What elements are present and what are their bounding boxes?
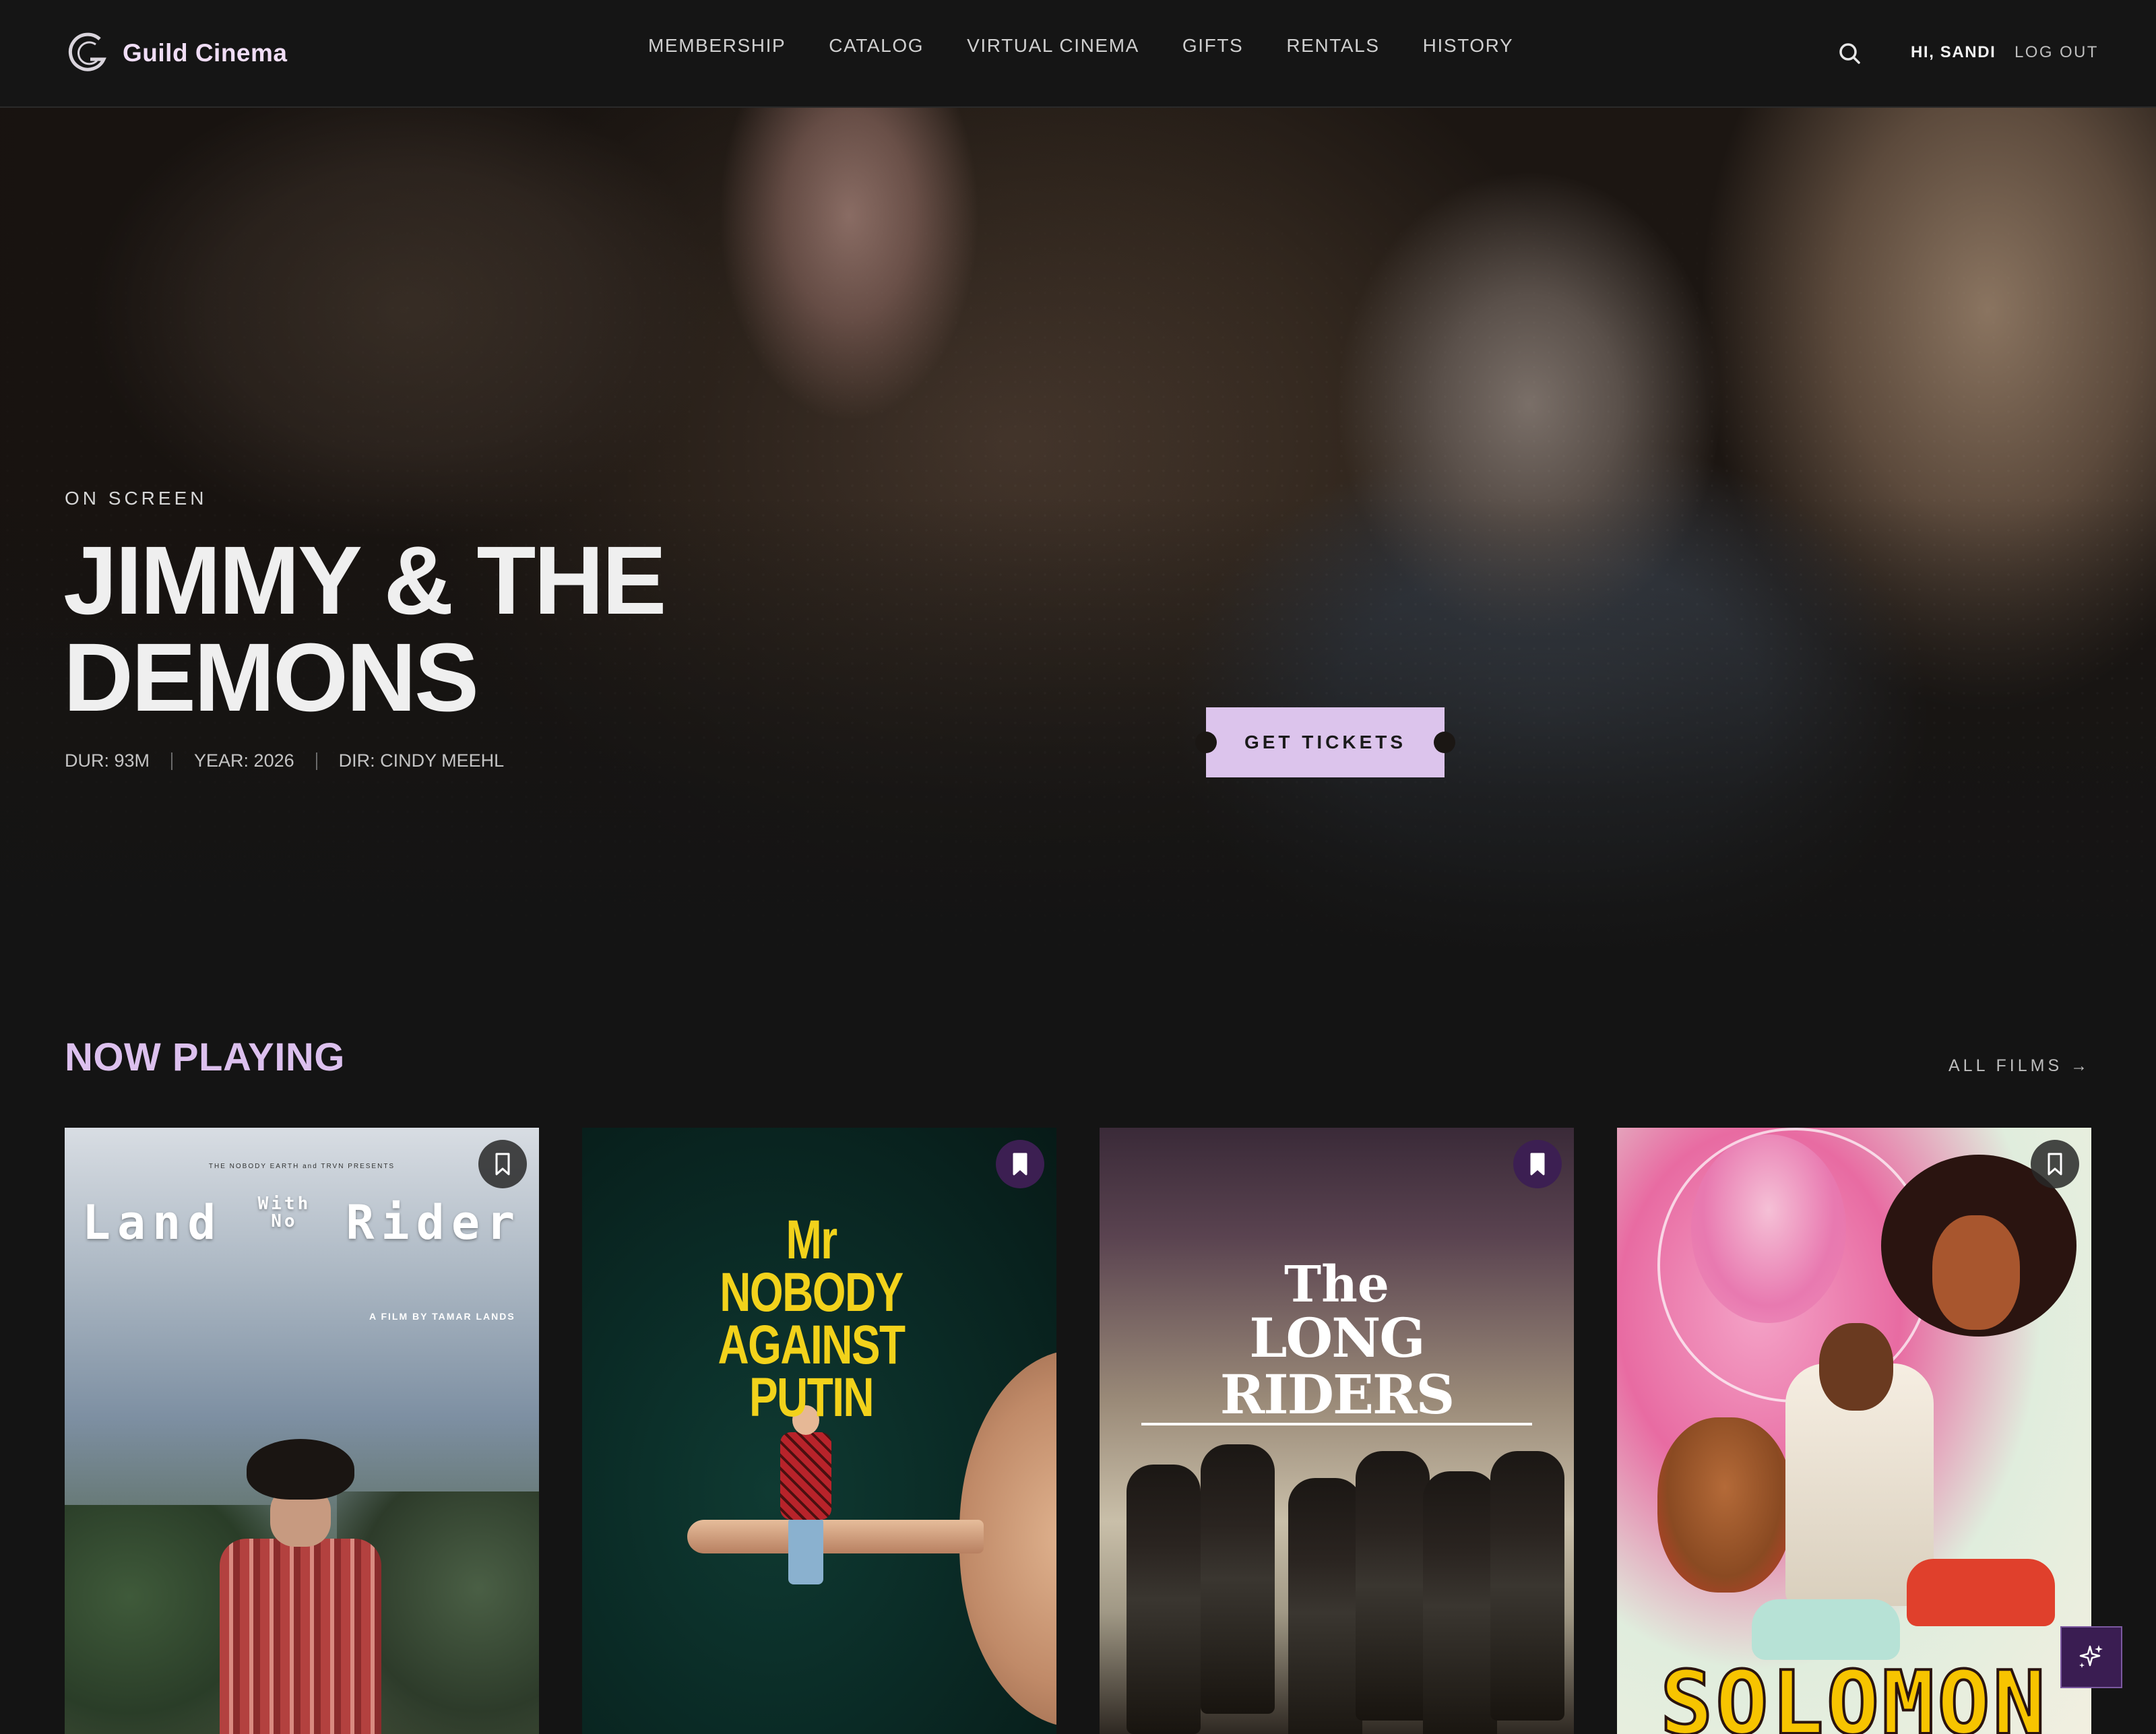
- poster-art: [780, 1432, 831, 1520]
- nav-catalog[interactable]: CATALOG: [829, 35, 924, 57]
- all-films-link[interactable]: ALL FILMS →: [1948, 1056, 2091, 1076]
- hero-title[interactable]: JIMMY & THE DEMONS: [63, 532, 804, 726]
- poster-title-line: AGAINST: [718, 1314, 906, 1376]
- search-icon: [1839, 43, 1860, 64]
- meta-divider: [171, 752, 173, 770]
- get-tickets-button[interactable]: GET TICKETS: [1195, 707, 1455, 777]
- poster-title-word: Land: [82, 1195, 223, 1250]
- poster-art: [220, 1539, 381, 1734]
- poster-credit-top: THE NOBODY EARTH and TRVN PRESENTS: [208, 1163, 395, 1170]
- poster-art: [687, 1520, 984, 1553]
- poster-art: [1201, 1444, 1275, 1714]
- film-card-solomon[interactable]: SOLOMON: [1617, 1128, 2091, 1734]
- bookmark-filled-icon: [1013, 1153, 1027, 1176]
- poster-credit: A FILM BY TAMAR LANDS: [369, 1311, 515, 1322]
- poster-title: SOLOMON: [1659, 1650, 2048, 1734]
- poster-title: Mr NOBODY AGAINST PUTIN: [695, 1209, 926, 1428]
- poster-art: [247, 1439, 354, 1500]
- poster-art: [1752, 1599, 1900, 1660]
- bookmark-button[interactable]: [2031, 1140, 2079, 1188]
- hero-year: YEAR: 2026: [194, 750, 294, 771]
- film-card-land-with-no-rider[interactable]: THE NOBODY EARTH and TRVN PRESENTS Land …: [65, 1128, 539, 1734]
- logout-link[interactable]: LOG OUT: [2015, 43, 2099, 62]
- meta-divider: [315, 752, 317, 770]
- bookmark-filled-icon: [1530, 1153, 1545, 1176]
- poster-art: [1907, 1559, 2055, 1626]
- bookmark-icon: [2048, 1153, 2062, 1176]
- bookmark-icon: [495, 1153, 510, 1176]
- poster-title-line: The: [1284, 1256, 1389, 1314]
- poster-title-word: No: [271, 1211, 298, 1231]
- now-playing-heading: NOW PLAYING: [65, 1035, 345, 1079]
- film-card-the-long-riders[interactable]: The LONG RIDERS: [1100, 1128, 1574, 1734]
- poster-art: [1932, 1215, 2020, 1330]
- brand-logo-link[interactable]: Guild Cinema: [66, 30, 287, 77]
- ticket-notch-left: [1195, 732, 1217, 753]
- get-tickets-label: GET TICKETS: [1244, 732, 1407, 752]
- hero-director: DIR: CINDY MEEHL: [338, 750, 505, 771]
- user-greeting[interactable]: HI, SANDI: [1911, 43, 1996, 62]
- poster-art: [1490, 1451, 1564, 1721]
- poster-art: [1127, 1465, 1201, 1734]
- top-navigation-bar: Guild Cinema MEMBERSHIP CATALOG VIRTUAL …: [0, 0, 2156, 108]
- guild-cinema-logo-icon: [68, 32, 106, 71]
- poster-title-word: With: [257, 1194, 311, 1214]
- bookmark-button[interactable]: [1513, 1140, 1562, 1188]
- main-nav: MEMBERSHIP CATALOG VIRTUAL CINEMA GIFTS …: [648, 35, 1513, 57]
- assistant-fab-button[interactable]: [2060, 1626, 2122, 1688]
- hero-meta: DUR: 93M YEAR: 2026 DIR: CINDY MEEHL: [65, 750, 504, 771]
- poster-title-line: PUTIN: [749, 1367, 875, 1428]
- poster-art: [1356, 1451, 1430, 1721]
- bookmark-button[interactable]: [996, 1140, 1044, 1188]
- nav-gifts[interactable]: GIFTS: [1182, 35, 1243, 57]
- nav-rentals[interactable]: RENTALS: [1286, 35, 1379, 57]
- film-card-mr-nobody-against-putin[interactable]: Mr NOBODY AGAINST PUTIN: [582, 1128, 1056, 1734]
- sparkle-icon: [2079, 1645, 2103, 1668]
- now-playing-grid: THE NOBODY EARTH and TRVN PRESENTS Land …: [65, 1128, 2091, 1734]
- poster-title: The LONG RIDERS: [1100, 1260, 1574, 1425]
- ticket-notch-right: [1434, 732, 1455, 753]
- poster-title-line: LONG RIDERS: [1141, 1310, 1532, 1425]
- poster-title: Land With No Rider: [65, 1195, 539, 1250]
- poster-art: [1423, 1471, 1497, 1734]
- nav-membership[interactable]: MEMBERSHIP: [648, 35, 786, 57]
- poster-art: [788, 1517, 823, 1584]
- hero-eyebrow: ON SCREEN: [65, 488, 208, 509]
- poster-title-word: Rider: [346, 1195, 522, 1250]
- poster-art: [1657, 1417, 1792, 1593]
- search-button[interactable]: [1834, 38, 1866, 70]
- poster-art: [1288, 1478, 1362, 1734]
- poster-title-line: Mr NOBODY: [720, 1209, 903, 1323]
- bookmark-button[interactable]: [478, 1140, 527, 1188]
- nav-virtual-cinema[interactable]: VIRTUAL CINEMA: [967, 35, 1139, 57]
- brand-name: Guild Cinema: [123, 39, 288, 67]
- hero-duration: DUR: 93M: [65, 750, 150, 771]
- poster-art: [1819, 1323, 1893, 1411]
- nav-history[interactable]: HISTORY: [1423, 35, 1514, 57]
